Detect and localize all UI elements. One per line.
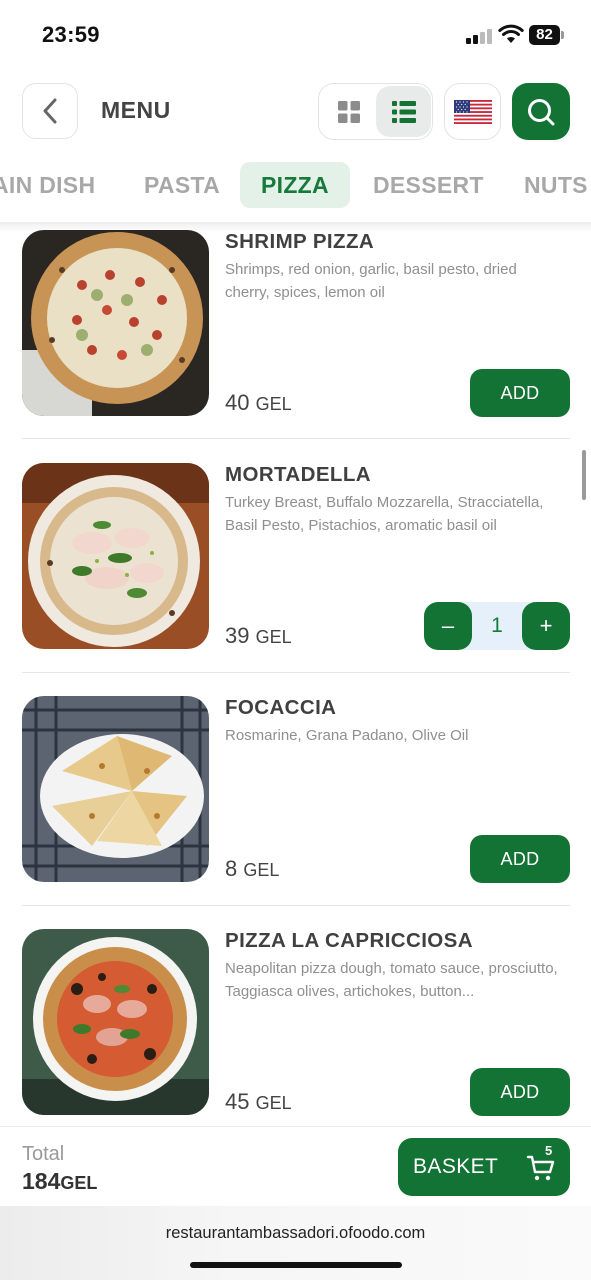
status-bar: 23:59 82 xyxy=(0,0,591,70)
list-view-button[interactable] xyxy=(376,86,431,137)
total-amount: 184 xyxy=(22,1168,61,1194)
price-value: 8 xyxy=(225,856,238,881)
status-time: 23:59 xyxy=(42,22,100,47)
basket-button[interactable]: BASKET 5 xyxy=(398,1138,570,1196)
increase-button[interactable]: + xyxy=(522,602,570,650)
url-text[interactable]: restaurantambassadori.ofoodo.com xyxy=(0,1224,591,1243)
price-currency: GEL xyxy=(243,860,280,880)
us-flag-icon xyxy=(453,99,492,124)
basket-label: BASKET xyxy=(413,1155,499,1178)
tab-nuts[interactable]: NUTS xyxy=(524,162,588,208)
item-name: MORTADELLA xyxy=(225,463,371,486)
item-name: PIZZA LA CAPRICCIOSA xyxy=(225,929,473,952)
item-price: 8 GEL xyxy=(225,856,279,882)
item-name: SHRIMP PIZZA xyxy=(225,230,375,253)
total-label: Total xyxy=(22,1143,65,1165)
item-price: 45 GEL xyxy=(225,1089,292,1115)
battery-level: 82 xyxy=(529,25,560,45)
quantity-value: 1 xyxy=(491,614,503,637)
category-tabs: AIN DISH PASTA PIZZA DESSERT NUTS xyxy=(0,160,591,212)
browser-bar: restaurantambassadori.ofoodo.com xyxy=(0,1206,591,1280)
list-view-icon xyxy=(391,100,416,123)
chevron-left-icon xyxy=(43,98,57,124)
item-price: 40 GEL xyxy=(225,390,292,416)
decrease-button[interactable]: – xyxy=(424,602,472,650)
total-value: 184GEL xyxy=(22,1168,97,1195)
menu-item-shrimp-pizza[interactable]: SHRIMP PIZZA Shrimps, red onion, garlic,… xyxy=(22,230,570,417)
basket-footer: Total 184GEL BASKET 5 xyxy=(0,1126,591,1206)
battery-icon: 82 xyxy=(529,25,565,45)
item-description: Turkey Breast, Buffalo Mozzarella, Strac… xyxy=(225,494,544,534)
item-divider xyxy=(22,905,570,906)
tab-pizza[interactable]: PIZZA xyxy=(240,162,350,208)
shrimp-pizza-image xyxy=(22,230,209,416)
price-value: 39 xyxy=(225,623,250,648)
add-button[interactable]: ADD xyxy=(470,835,570,883)
scrollbar[interactable] xyxy=(582,450,586,500)
wifi-icon xyxy=(498,24,524,44)
back-button[interactable] xyxy=(22,83,78,139)
item-divider xyxy=(22,438,570,439)
item-name: FOCACCIA xyxy=(225,696,337,719)
menu-list: SHRIMP PIZZA Shrimps, red onion, garlic,… xyxy=(0,230,591,1126)
header: MENU xyxy=(0,80,591,144)
view-toggle xyxy=(318,83,433,140)
tabs-shadow xyxy=(0,222,591,232)
tab-main-dish[interactable]: AIN DISH xyxy=(0,162,95,208)
item-divider xyxy=(22,672,570,673)
page-title: MENU xyxy=(101,97,171,123)
focaccia-image xyxy=(22,696,209,882)
price-currency: GEL xyxy=(255,394,292,414)
price-currency: GEL xyxy=(255,1093,292,1113)
add-button[interactable]: ADD xyxy=(470,1068,570,1116)
search-button[interactable] xyxy=(512,83,570,140)
grid-view-icon xyxy=(337,100,360,123)
total-currency: GEL xyxy=(60,1173,98,1193)
price-value: 40 xyxy=(225,390,250,415)
price-currency: GEL xyxy=(255,627,292,647)
menu-item-pizza-la-capricciosa[interactable]: PIZZA LA CAPRICCIOSA Neapolitan pizza do… xyxy=(22,929,570,1116)
item-description: Rosmarine, Grana Padano, Olive Oil xyxy=(225,727,469,744)
language-button[interactable] xyxy=(444,83,501,140)
item-description: Shrimps, red onion, garlic, basil pesto,… xyxy=(225,261,517,301)
item-price: 39 GEL xyxy=(225,623,292,649)
tab-dessert[interactable]: DESSERT xyxy=(373,162,484,208)
menu-item-focaccia[interactable]: FOCACCIA Rosmarine, Grana Padano, Olive … xyxy=(22,696,570,883)
signal-icon xyxy=(466,28,494,44)
search-icon xyxy=(528,98,555,125)
item-description: Neapolitan pizza dough, tomato sauce, pr… xyxy=(225,960,558,1000)
quantity-stepper: – 1 + xyxy=(424,602,570,650)
menu-item-mortadella[interactable]: MORTADELLA Turkey Breast, Buffalo Mozzar… xyxy=(22,463,570,650)
home-indicator xyxy=(190,1262,402,1268)
mortadella-image xyxy=(22,463,209,649)
price-value: 45 xyxy=(225,1089,250,1114)
grid-view-button[interactable] xyxy=(321,86,376,137)
add-button[interactable]: ADD xyxy=(470,369,570,417)
capricciosa-image xyxy=(22,929,209,1115)
cart-count-badge: 5 xyxy=(545,1143,553,1158)
tab-pasta[interactable]: PASTA xyxy=(144,162,220,208)
